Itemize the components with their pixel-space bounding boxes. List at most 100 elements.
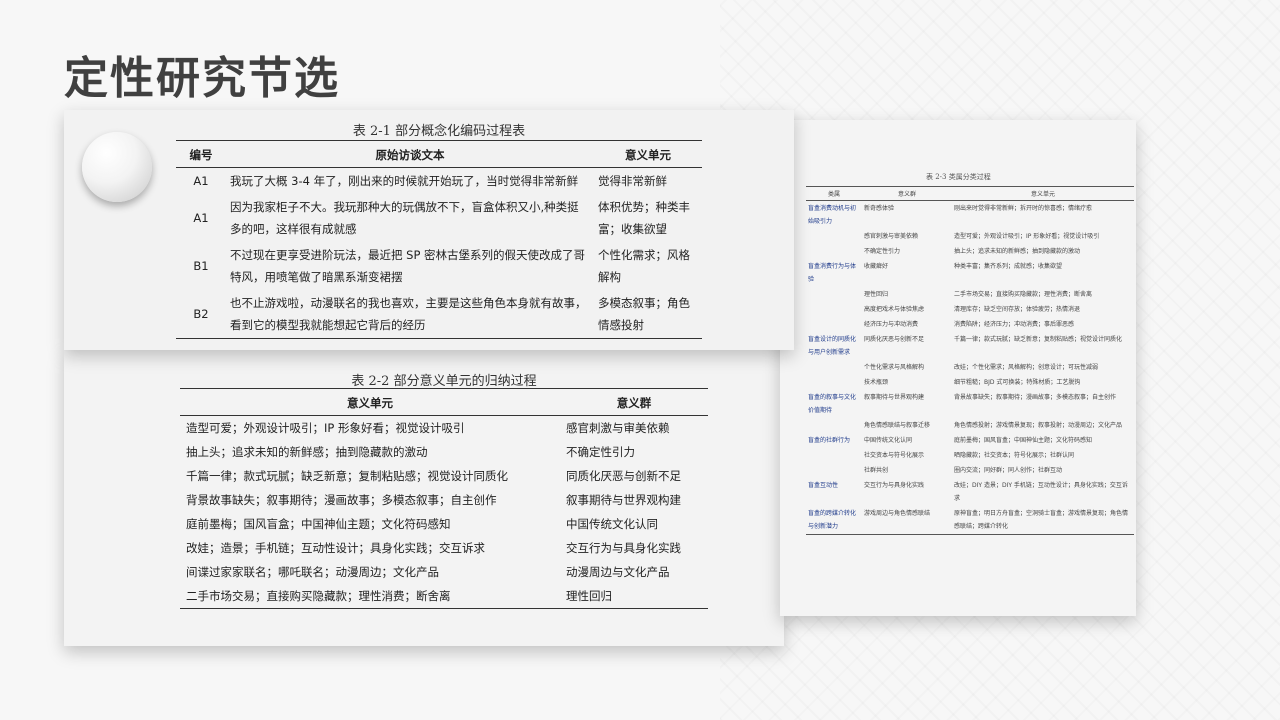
row-units: 抽上头；追求未知的新鲜感；抽到隐藏款的激动	[954, 248, 1081, 255]
row-units: 造型可爱；外观设计吸引；IP 形象好看；视觉设计吸引	[186, 421, 465, 435]
row-group: 角色情感联结与叙事迁移	[864, 422, 931, 429]
table3: 类属 意义群 意义单元 盲盒消费动机与初始吸引力 新奇感体验 刚出来时觉得非常新鲜；…	[806, 186, 1134, 535]
table2-paper: 表 2-2 部分意义单元的归纳过程 意义单元 意义群 造型可爱；外观设计吸引；I…	[64, 350, 784, 646]
table3-header-category: 类属	[806, 186, 862, 201]
table-row: 盲盒的跨媒介转化与创新潜力 游戏周边与角色情感联结 原神盲盒；明日方舟盲盒；空洞骑士…	[806, 506, 1134, 535]
row-units: 改娃；DIY 造景；DIY 手机链；互动性设计；具身化实践；交互诉求	[954, 482, 1128, 502]
row-text: 我玩了大概 3-4 年了，刚出来的时候就开始玩了，当时觉得非常新鲜	[230, 174, 579, 188]
row-group: 新奇感体验	[864, 205, 895, 212]
table-row: B1 不过现在更享受进阶玩法，最近把 SP 密林古堡系列的假天使改成了哥特风，用喷…	[176, 242, 702, 290]
table2: 意义单元 意义群 造型可爱；外观设计吸引；IP 形象好看；视觉设计吸引 感官刺激与…	[180, 388, 708, 609]
row-meaning: 多模态叙事；角色情感投射	[598, 296, 690, 332]
row-group: 感官刺激与审美依赖	[864, 233, 919, 240]
row-category	[806, 448, 862, 463]
row-group: 经济压力与冲动消费	[864, 321, 919, 328]
row-code: A1	[193, 211, 209, 225]
table-row: 盲盒的社群行为 中国传统文化认同 庭前墨梅；国风盲盒；中国神仙主题；文化符码感知	[806, 433, 1134, 448]
table-row: 千篇一律；款式玩腻；缺乏新意；复制粘贴感；视觉设计同质化 同质化厌恶与创新不足	[180, 464, 708, 488]
row-meaning: 觉得非常新鲜	[598, 174, 667, 188]
table1: 编号 原始访谈文本 意义单元 A1 我玩了大概 3-4 年了，刚出来的时候就开始玩…	[176, 140, 702, 339]
row-category	[806, 317, 862, 332]
row-category: 盲盒的社群行为	[808, 437, 851, 444]
table3-header-unit: 意义单元	[952, 186, 1134, 201]
row-category	[806, 287, 862, 302]
row-units: 造型可爱；外观设计吸引；IP 形象好看；视觉设计吸引	[954, 233, 1100, 240]
row-units: 二手市场交易；直接购买隐藏款；理性消费；断舍离	[186, 589, 451, 603]
row-units: 背景故事缺失；叙事期待；漫画故事；多模态叙事；自主创作	[954, 394, 1117, 401]
row-group: 感官刺激与审美依赖	[566, 421, 670, 435]
row-units: 种类丰富；集齐系列；成就感；收集欲望	[954, 263, 1063, 270]
row-group: 中国传统文化认同	[864, 437, 913, 444]
row-group: 技术瓶颈	[864, 379, 889, 386]
row-group: 社交资本与符号化展示	[864, 452, 925, 459]
row-units: 细节粗糙；BJD 式可换装；特殊材质；工艺脱钩	[954, 379, 1081, 386]
table3-caption: 表 2-3 类属分类过程	[926, 173, 991, 181]
row-meaning: 体积优势；种类丰富；收集欲望	[598, 200, 690, 236]
row-units: 庭前墨梅；国风盲盒；中国神仙主题；文化符码感知	[954, 437, 1093, 444]
row-units: 抽上头；追求未知的新鲜感；抽到隐藏款的激动	[186, 445, 428, 459]
row-units: 改娃；造景；手机链；互动性设计；具身化实践；交互诉求	[186, 541, 485, 555]
pushpin-icon	[82, 132, 152, 202]
table-row: 经济压力与冲动消费 消费陷阱；经济压力；冲动消费；事后罪恶感	[806, 317, 1134, 332]
table-row: 背景故事缺失；叙事期待；漫画故事；多模态叙事；自主创作 叙事期待与世界观构建	[180, 488, 708, 512]
row-group: 社群共创	[864, 467, 889, 474]
table-row: 社群共创 圈内交流；同好群；同人创作；社群互动	[806, 463, 1134, 478]
table-row: 社交资本与符号化展示 晒隐藏款；社交资本；符号化展示；社群认同	[806, 448, 1134, 463]
table2-caption: 表 2-2 部分意义单元的归纳过程	[351, 374, 537, 389]
row-group: 动漫周边与文化产品	[566, 565, 670, 579]
row-units: 背景故事缺失；叙事期待；漫画故事；多模态叙事；自主创作	[186, 493, 497, 507]
row-units: 二手市场交易；直接购买隐藏款；理性消费；断舍离	[954, 291, 1093, 298]
row-group: 游戏周边与角色情感联结	[864, 510, 931, 517]
row-group: 叙事期待与世界观构建	[864, 394, 925, 401]
row-code: B1	[193, 259, 209, 273]
table-row: 理性回归 二手市场交易；直接购买隐藏款；理性消费；断舍离	[806, 287, 1134, 302]
table3-header-group: 意义群	[862, 186, 952, 201]
row-category	[806, 375, 862, 390]
row-group: 同质化厌恶与创新不足	[864, 336, 925, 343]
row-units: 角色情感投射；游戏情景复现；叙事投射；动漫周边；文化产品	[954, 422, 1123, 429]
table1-header-code: 编号	[176, 140, 226, 168]
table-row: 间谍过家家联名；哪吒联名；动漫周边；文化产品 动漫周边与文化产品	[180, 560, 708, 584]
row-category	[806, 418, 862, 433]
row-units: 间谍过家家联名；哪吒联名；动漫周边；文化产品	[186, 565, 439, 579]
row-category: 盲盒的叙事与文化价值期待	[808, 394, 857, 414]
table-row: 盲盒消费行为与体验 收藏癖好 种类丰富；集齐系列；成就感；收集欲望	[806, 259, 1134, 287]
table-row: 盲盒的叙事与文化价值期待 叙事期待与世界观构建 背景故事缺失；叙事期待；漫画故事；多…	[806, 390, 1134, 418]
table-row: 高度把戏术与体验焦虑 清理库存；缺乏空间存放；体验疲劳；热情消退	[806, 302, 1134, 317]
table-row: 二手市场交易；直接购买隐藏款；理性消费；断舍离 理性回归	[180, 584, 708, 609]
table2-header-group: 意义群	[560, 388, 708, 416]
row-text: 不过现在更享受进阶玩法，最近把 SP 密林古堡系列的假天使改成了哥特风，用喷笔做…	[230, 248, 586, 284]
row-group: 个性化需求与风格解构	[864, 364, 925, 371]
row-units: 晒隐藏款；社交资本；符号化展示；社群认同	[954, 452, 1075, 459]
table-row: 抽上头；追求未知的新鲜感；抽到隐藏款的激动 不确定性引力	[180, 440, 708, 464]
table1-paper: 表 2-1 部分概念化编码过程表 编号 原始访谈文本 意义单元 A1 我玩了大概 …	[64, 110, 794, 350]
row-category: 盲盒的跨媒介转化与创新潜力	[808, 510, 857, 530]
row-group: 高度把戏术与体验焦虑	[864, 306, 925, 313]
table-row: 感官刺激与审美依赖 造型可爱；外观设计吸引；IP 形象好看；视觉设计吸引	[806, 229, 1134, 244]
row-category	[806, 463, 862, 478]
table-row: 角色情感联结与叙事迁移 角色情感投射；游戏情景复现；叙事投射；动漫周边；文化产品	[806, 418, 1134, 433]
row-units: 原神盲盒；明日方舟盲盒；空洞骑士盲盒；游戏情景复现；角色情感联结；跨媒介转化	[954, 510, 1129, 530]
table2-header-unit: 意义单元	[180, 388, 560, 416]
row-units: 刚出来时觉得非常新鲜；拆开时的惊喜感；情绪疗愈	[954, 205, 1093, 212]
page-title: 定性研究节选	[64, 53, 340, 104]
row-category: 盲盒互动性	[808, 482, 839, 489]
row-category: 盲盒消费行为与体验	[808, 263, 857, 283]
row-category	[806, 302, 862, 317]
table-row: 改娃；造景；手机链；互动性设计；具身化实践；交互诉求 交互行为与具身化实践	[180, 536, 708, 560]
table-row: 造型可爱；外观设计吸引；IP 形象好看；视觉设计吸引 感官刺激与审美依赖	[180, 416, 708, 441]
row-units: 庭前墨梅；国风盲盒；中国神仙主题；文化符码感知	[186, 517, 451, 531]
row-category	[806, 360, 862, 375]
row-category	[806, 244, 862, 259]
row-group: 不确定性引力	[566, 445, 635, 459]
row-units: 千篇一律；款式玩腻；缺乏新意；复制粘贴感；视觉设计同质化	[186, 469, 508, 483]
row-group: 不确定性引力	[864, 248, 901, 255]
row-category	[806, 229, 862, 244]
row-group: 理性回归	[864, 291, 889, 298]
row-group: 收藏癖好	[864, 263, 889, 270]
table-row: 盲盒设计的同质化与用户创新需求 同质化厌恶与创新不足 千篇一律；款式玩腻；缺乏新意；…	[806, 332, 1134, 360]
row-units: 消费陷阱；经济压力；冲动消费；事后罪恶感	[954, 321, 1075, 328]
table-row: A1 因为我家柜子不大。我玩那种大的玩偶放不下，盲盒体积又小,种类挺多的吧，这样很…	[176, 194, 702, 242]
row-category: 盲盒消费动机与初始吸引力	[808, 205, 857, 225]
table-row: 个性化需求与风格解构 改娃；个性化需求；风格解构；创意设计；可玩性减弱	[806, 360, 1134, 375]
